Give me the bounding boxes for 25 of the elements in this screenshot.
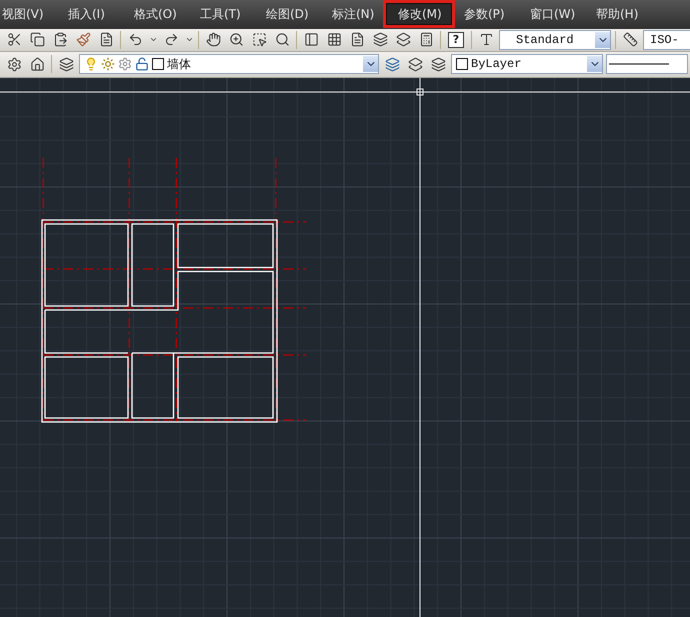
menu-item[interactable]: 插入(I) [56,3,122,26]
layer-name: 墙体 [167,56,191,73]
gear-icon [118,57,132,72]
lock-open-icon [135,57,149,72]
menu-item[interactable]: 视图(V) [0,3,56,26]
color-swatch [152,58,164,70]
menu-item[interactable]: 标注(N) [320,3,386,26]
menu-item[interactable]: 修改(M) [386,3,452,26]
color-swatch [456,58,468,70]
dim-style-dropdown[interactable]: ISO- [643,30,690,50]
layer-dropdown[interactable]: 墙体 [79,54,379,74]
text-style-dropdown[interactable]: Standard [499,30,611,50]
lightbulb-icon [84,57,98,72]
menu-item[interactable]: 帮助(H) [584,3,650,26]
help-button[interactable]: ? [448,32,464,48]
menu-item[interactable]: 参数(P) [452,3,518,26]
menu-item[interactable]: 绘图(D) [254,3,320,26]
linetype-dropdown[interactable] [606,54,688,74]
sun-icon [101,57,115,72]
line-sample-icon [607,62,671,66]
color-name: ByLayer [471,57,522,72]
menu-item[interactable]: 工具(T) [188,3,254,26]
color-dropdown[interactable]: ByLayer [451,54,603,74]
menu-item[interactable]: 窗口(W) [518,3,584,26]
menu-item[interactable]: 格式(O) [122,3,188,26]
